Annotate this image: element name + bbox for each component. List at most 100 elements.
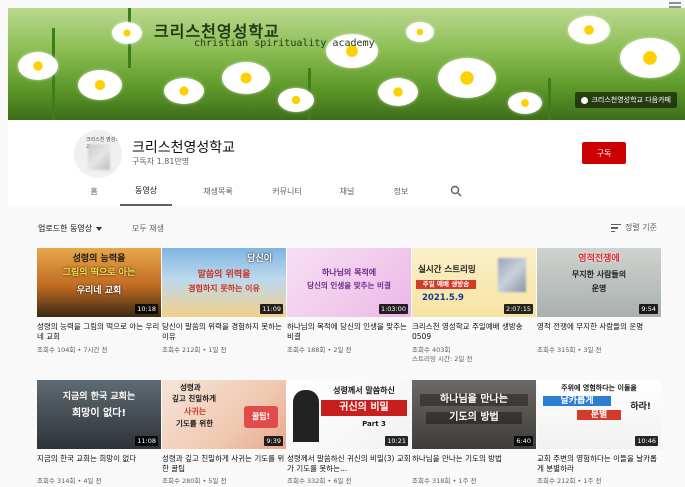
thumbnail-caption: 당신이 [247,254,272,264]
tab-community[interactable]: 커뮤니티 [264,176,310,206]
channel-tabs: 홈 동영상 재생목록 커뮤니티 채널 정보 [8,176,685,206]
video-meta: 조회수 280회 • 5일 전 [162,477,227,485]
video-thumbnail[interactable]: 하나님의 목적에 당신의 인생을 맞추는 비결 1:03:00 [287,248,411,317]
view-count: 조회수 314회 [37,477,76,485]
video-meta: 조회수 188회 • 2일 전 [287,346,352,354]
upload-age: 1일 전 [208,346,227,354]
sort-label: 정렬 기준 [625,223,657,232]
banner-cafe-link-label: 크리스천영성학교 다음카페 [591,96,671,104]
upload-age: 5일 전 [208,477,227,485]
video-duration: 10:18 [135,304,158,314]
channel-name: 크리스천영성학교 [132,140,236,156]
view-count: 조회수 212회 [537,477,576,485]
search-icon[interactable] [450,185,462,197]
upload-age: 1주 전 [458,477,477,485]
video-title[interactable]: 성령의 능력을 그림의 떡으로 아는 우리네 교회 [37,322,161,342]
play-all-link[interactable]: 모두 재생 [132,223,164,234]
thumbnail-caption: 꿀팁! [244,406,278,428]
chevron-down-icon [96,226,103,231]
thumbnail-caption: 분별 [577,410,621,421]
video-title[interactable]: 성령과 깊고 친밀하게 사귀는 기도를 위한 꿀팁 [162,454,286,474]
video-thumbnail[interactable]: 성령께서 말씀하신 귀신의 비밀 Part 3 10:21 [287,380,411,449]
thumbnail-caption: 당신의 인생을 맞추는 비결 [307,281,391,290]
sort-button[interactable]: 정렬 기준 [611,222,657,233]
thumbnail-caption: 지금의 한국 교회는 [62,392,136,402]
thumbnail-caption: 우리네 교회 [76,286,122,296]
stream-time: 스트리밍 시간: 2일 전 [412,355,473,363]
uploads-label: 업로드한 동영상 [38,224,93,233]
thumbnail-caption: 귀신의 비밀 [321,400,407,416]
video-duration: 9:54 [639,304,658,314]
thumbnail-caption: 운명 [591,284,607,293]
video-meta: 조회수 212회 • 1주 전 [537,477,602,485]
video-title[interactable]: 지금의 한국 교회는 희망이 없다 [37,454,161,474]
link-icon [581,96,589,104]
avatar[interactable]: 크리스천 영성학교 [74,130,122,178]
video-thumbnail[interactable]: 영적전쟁에 무지한 사람들의 운명 9:54 [537,248,661,317]
thumbnail-caption: 무지한 사람들의 [571,270,627,279]
thumbnail-caption: 하나님을 만나는 [420,394,528,406]
video-duration: 10:21 [385,436,408,446]
video-thumbnail[interactable]: 하나님을 만나는 기도의 방법 6:40 [412,380,536,449]
video-meta: 조회수 212회 • 1일 전 [162,346,227,354]
video-duration: 1:03:00 [378,304,408,314]
banner-cafe-link[interactable]: 크리스천영성학교 다음카페 [575,92,677,108]
video-title[interactable]: 크리스천 영성학교 주일예배 생방송 0509 [412,322,536,342]
view-count: 조회수 332회 [287,477,326,485]
upload-age: 6일 전 [333,477,352,485]
corner-menu-icon[interactable] [667,0,683,8]
video-duration: 11:08 [135,436,158,446]
thumbnail-caption: 하나님의 목적에 [321,268,377,277]
thumbnail-caption: 영적전쟁에 [578,254,620,264]
video-title[interactable]: 성령께서 말씀하신 귀신의 비밀(3) 교회가 기도를 못하는... [287,454,411,474]
thumbnail-caption: 깊고 친밀하게 [172,394,217,403]
thumbnail-caption: 성령과 [180,383,201,392]
view-count: 조회수 212회 [162,346,201,354]
uploads-dropdown[interactable]: 업로드한 동영상 [38,223,103,234]
thumbnail-caption: 경험하지 못하는 이유 [188,284,260,293]
tab-playlists[interactable]: 재생목록 [190,176,246,206]
video-meta: 조회수 104회 • 7시간 전 [37,346,108,354]
tab-home[interactable]: 홈 [84,176,104,206]
video-meta: 조회수 332회 • 6일 전 [287,477,352,485]
sort-icon [611,223,621,232]
thumbnail-caption: 말씀의 위력을 [197,270,251,280]
thumbnail-caption: 성령께서 말씀하신 [333,386,395,395]
tab-about[interactable]: 정보 [388,176,414,206]
tab-videos[interactable]: 동영상 [120,176,172,206]
video-meta: 조회수 403회 스트리밍 시간: 2일 전 [412,346,536,364]
video-thumbnail[interactable]: 성령의 능력을 그림의 떡으로 아는 우리네 교회 10:18 [37,248,161,317]
video-duration: 2:07:15 [503,304,533,314]
thumbnail-caption: 희망이 없다! [71,408,127,419]
youtube-channel-page: 크리스천영성학교 christian spirituality academy … [0,0,685,487]
video-duration: 9:39 [264,436,283,446]
view-count: 조회수 318회 [412,477,451,485]
video-title[interactable]: 하나님을 만나는 기도의 방법 [412,454,536,474]
thumbnail-caption: 날카롭게 [543,396,611,407]
view-count: 조회수 104회 [37,346,76,354]
thumbnail-caption: 2021.5.9 [422,293,464,303]
video-meta: 조회수 314회 • 4일 전 [37,477,102,485]
video-title[interactable]: 당신이 말씀의 위력을 경험하지 못하는 이유 [162,322,286,342]
upload-age: 4일 전 [83,477,102,485]
video-thumbnail[interactable]: 성령과 깊고 친밀하게 사귀는 기도를 위한 꿀팁! 9:39 [162,380,286,449]
tab-channels[interactable]: 채널 [334,176,360,206]
video-thumbnail[interactable]: 주위에 영험하다는 이들을 날카롭게 분별 하라! 10:46 [537,380,661,449]
video-title[interactable]: 교회 주변의 영험하다는 이들을 날카롭게 분별하라 [537,454,661,474]
video-thumbnail[interactable]: 실시간 스트리밍 주일 예배 생방송 2021.5.9 2:07:15 [412,248,536,317]
view-count: 조회수 188회 [287,346,326,354]
upload-age: 7시간 전 [83,346,108,354]
subscribe-button[interactable]: 구독 [582,142,626,164]
thumbnail-caption: 하라! [630,402,651,412]
video-meta: 조회수 315회 • 3일 전 [537,346,602,354]
video-duration: 6:40 [514,436,533,446]
video-title[interactable]: 하나님의 목적에 당신의 인생을 맞추는 비결 [287,322,411,342]
upload-age: 3일 전 [583,346,602,354]
channel-banner: 크리스천영성학교 christian spirituality academy … [8,8,685,120]
video-thumbnail[interactable]: 지금의 한국 교회는 희망이 없다! 11:08 [37,380,161,449]
video-title[interactable]: 영적 전쟁에 무지한 사람들의 운명 [537,322,661,342]
video-thumbnail[interactable]: 당신이 말씀의 위력을 경험하지 못하는 이유 11:09 [162,248,286,317]
upload-age: 2일 전 [333,346,352,354]
banner-subtitle: christian spirituality academy [194,38,375,49]
view-count: 조회수 280회 [162,477,201,485]
